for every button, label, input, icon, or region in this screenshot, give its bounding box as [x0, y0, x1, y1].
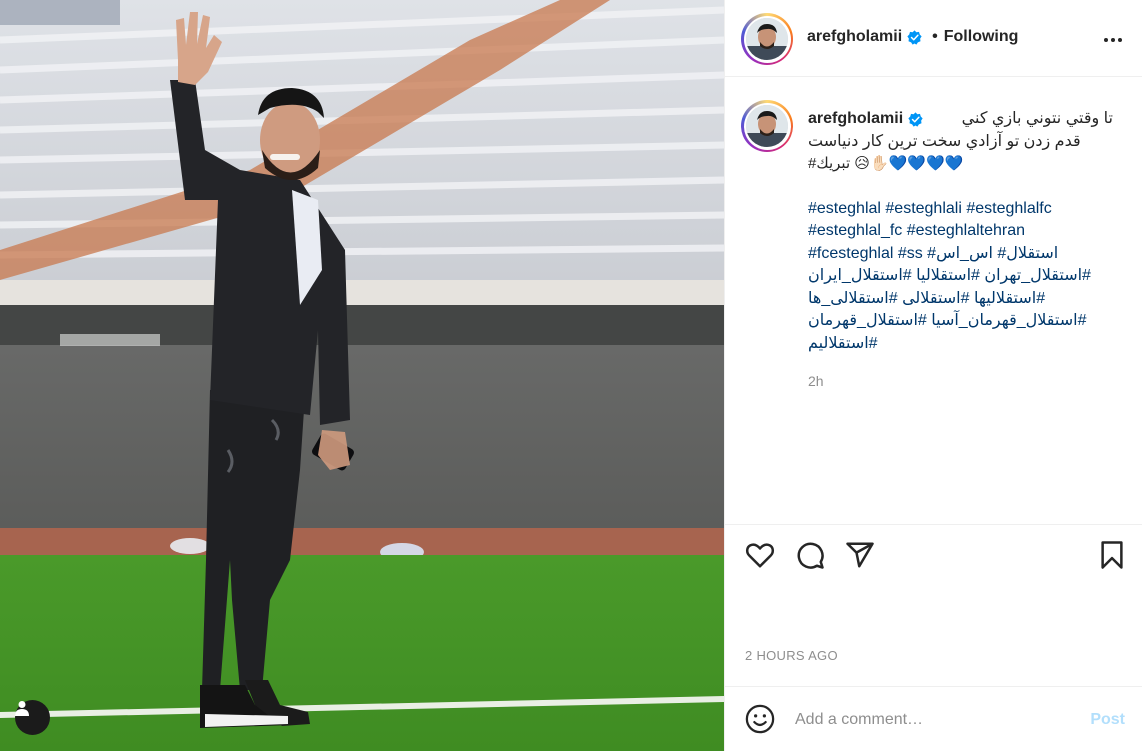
- comment-icon[interactable]: [795, 540, 825, 570]
- hashtag-line[interactable]: #esteghlal #esteghlali #esteghlalfc: [808, 198, 1108, 221]
- hashtag-line[interactable]: #استقلاليها #استقلالی #استقلالی_ها: [808, 288, 1070, 311]
- following-button[interactable]: Following: [944, 28, 1019, 46]
- user-tag-icon[interactable]: [15, 700, 50, 735]
- post-comment-button[interactable]: Post: [1090, 711, 1125, 729]
- hashtag-line[interactable]: #استقلال_قهرمان_آسيا #استقلال_قهرمان: [808, 310, 1096, 333]
- caption-body: arefgholamii تا وقتي نتوني بازي كني قدم …: [808, 108, 1113, 356]
- caption-line: 💙💙💙💙✋🏻😥 تبريك#: [808, 155, 964, 172]
- caption-area: arefgholamii تا وقتي نتوني بازي كني قدم …: [725, 77, 1142, 525]
- comment-bar: Post: [725, 686, 1142, 751]
- avatar[interactable]: [741, 13, 793, 65]
- post-side-panel: arefgholamii • Following arefgholamii تا…: [724, 0, 1142, 751]
- stadium-photo: [0, 0, 724, 751]
- hashtag-line[interactable]: #fcesteghlal #ss #استقلال# اس_اس: [808, 243, 1108, 266]
- verified-badge-icon: [908, 112, 923, 127]
- action-bar: [725, 526, 1142, 586]
- post-photo[interactable]: [0, 0, 724, 751]
- caption-time[interactable]: 2h: [808, 373, 824, 389]
- share-icon[interactable]: [845, 540, 875, 570]
- hashtag-line[interactable]: #esteghlal_fc #esteghlaltehran: [808, 220, 1108, 243]
- bookmark-icon[interactable]: [1097, 540, 1127, 570]
- emoji-icon[interactable]: [745, 704, 775, 734]
- hashtag-line[interactable]: #استقلاليم: [808, 333, 886, 356]
- comment-input[interactable]: [795, 707, 1075, 733]
- caption-avatar[interactable]: [741, 100, 793, 152]
- caption-line: قدم زدن تو آزادي سخت ترين كار دنياست: [808, 132, 1081, 150]
- caption-line: تا وقتي نتوني بازي كني: [961, 110, 1113, 127]
- heart-icon[interactable]: [745, 540, 775, 570]
- verified-badge-icon: [907, 29, 922, 45]
- separator-dot: •: [932, 28, 938, 45]
- header-username[interactable]: arefgholamii: [807, 28, 902, 46]
- hashtag-line[interactable]: #استقلال_تهران #استقلاليا #استقلال_ايران: [808, 265, 1095, 288]
- more-options-icon[interactable]: [1101, 28, 1125, 52]
- caption-username[interactable]: arefgholamii: [808, 108, 903, 130]
- post-timestamp[interactable]: 2 HOURS AGO: [745, 648, 838, 663]
- post-header: arefgholamii • Following: [725, 0, 1142, 77]
